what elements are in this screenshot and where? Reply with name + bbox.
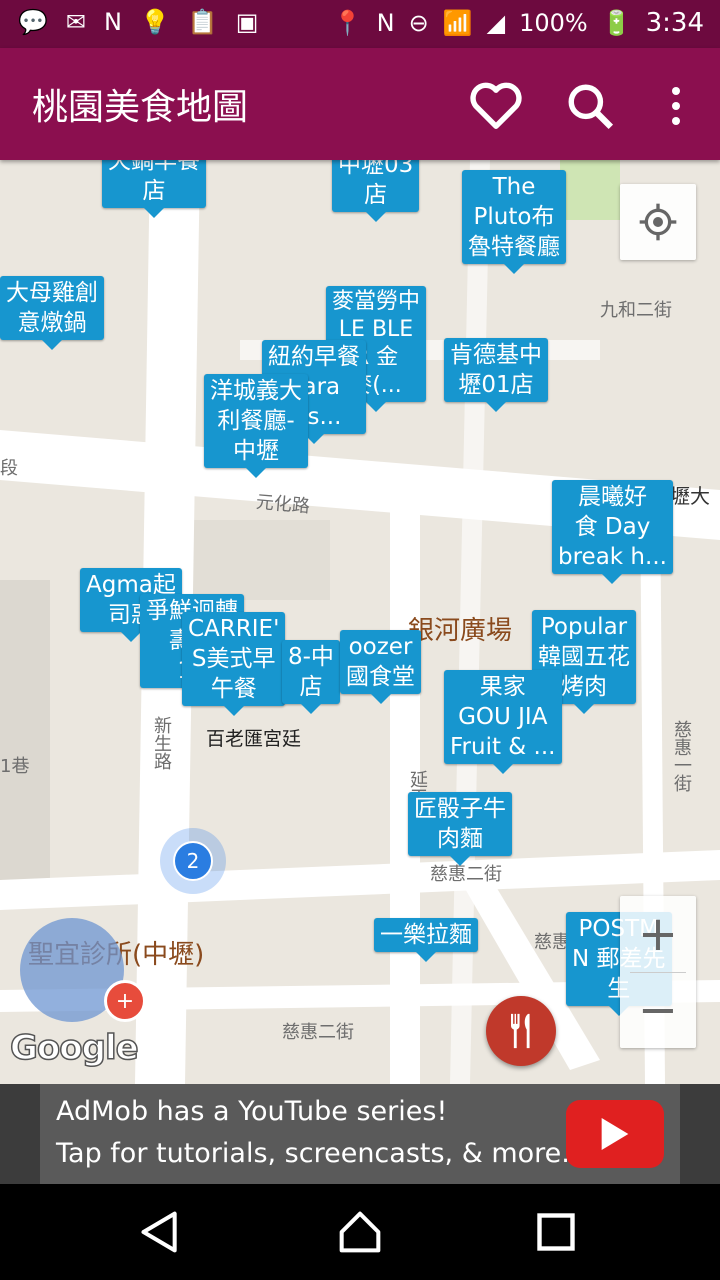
ad-content[interactable]: AdMob has a YouTube series! Tap for tuto… [40, 1084, 680, 1184]
poi-label: 百老匯宮廷 [206, 728, 302, 750]
restaurant-pin[interactable]: 中壢03 店 [332, 160, 420, 222]
street-label: 九和二街 [600, 300, 672, 321]
zoom-in-button[interactable]: + [620, 896, 696, 972]
ad-banner[interactable]: AdMob has a YouTube series! Tap for tuto… [0, 1084, 720, 1184]
street-label: 1巷 [0, 756, 30, 777]
fork-knife-icon [510, 1013, 530, 1049]
restaurant-pin[interactable]: 天鍋早餐 店 [102, 160, 206, 218]
wifi-icon: 📶 [442, 9, 473, 37]
my-location-button[interactable] [620, 184, 696, 260]
crosshair-icon [639, 203, 677, 241]
restaurant-pin[interactable]: 果家 GOU JIA Fruit & ... [444, 670, 562, 774]
status-bar: 💬 ✉ N 💡 📋 ▣ 📍 N ⊖ 📶 ◢ 100% 🔋 3:34 [0, 0, 720, 48]
fx-icon: ▣ [235, 8, 259, 36]
notification-icons: 💬 ✉ N 💡 📋 ▣ [18, 8, 258, 36]
search-icon[interactable] [562, 78, 618, 134]
zoom-controls: + − [620, 896, 696, 1048]
restaurant-pin[interactable]: 匠骰子牛 肉麵 [408, 792, 512, 866]
mail-icon: ✉ [65, 8, 86, 36]
restaurant-pin[interactable]: The Pluto布 魯特餐廳 [462, 170, 566, 274]
street-label: 慈惠一街 [671, 720, 692, 792]
clipboard-icon: 📋 [187, 8, 218, 36]
street-label: 段 [0, 458, 18, 479]
cluster-count: 2 [173, 841, 213, 881]
system-icons: 📍 N ⊖ 📶 ◢ 100% 🔋 3:34 [333, 8, 704, 38]
medical-icon: + [104, 980, 146, 1022]
street-label: 元化路 [255, 491, 311, 518]
google-logo: Google [9, 1027, 139, 1069]
restaurant-fab[interactable] [486, 996, 556, 1066]
back-icon[interactable] [138, 1210, 182, 1254]
dnd-icon: ⊖ [408, 9, 429, 37]
navigation-bar [0, 1184, 720, 1280]
nfc-icon: N [376, 9, 395, 37]
n-icon: N [104, 8, 122, 36]
more-vert-icon[interactable] [648, 78, 704, 134]
app-title: 桃園美食地圖 [32, 87, 249, 128]
restaurant-pin[interactable]: oozer 國食堂 [340, 630, 421, 704]
battery-percent: 100% [519, 9, 588, 37]
clock: 3:34 [645, 8, 704, 38]
battery-icon: 🔋 [601, 9, 632, 37]
bulb-icon: 💡 [139, 8, 170, 36]
marker-cluster[interactable]: 2 [160, 828, 226, 894]
street-label: 慈惠二街 [282, 1022, 354, 1043]
chat-icon: 💬 [18, 8, 48, 36]
location-icon: 📍 [332, 9, 363, 37]
recents-icon[interactable] [534, 1210, 578, 1254]
restaurant-pin[interactable]: 洋城義大 利餐廳- 中壢 [204, 374, 308, 478]
app-bar: 桃園美食地圖 [0, 48, 720, 160]
youtube-play-icon[interactable] [566, 1100, 664, 1168]
restaurant-pin[interactable]: 晨曦好 食 Day break h... [552, 480, 673, 584]
restaurant-pin[interactable]: 一樂拉麵 [374, 918, 478, 962]
ad-headline: AdMob has a YouTube series! [56, 1096, 448, 1127]
restaurant-pin[interactable]: 大母雞創 意燉鍋 [0, 276, 104, 350]
restaurant-pin[interactable]: 肯德基中 壢01店 [444, 338, 548, 412]
map-view[interactable]: 九和二街 元化路 段 1巷 新生路 慈惠二街 慈惠二街 慈惠三街 慈惠一街 延平… [0, 160, 720, 1084]
zoom-out-button[interactable]: − [620, 972, 696, 1048]
no-signal-icon: ◢ [486, 9, 506, 37]
restaurant-pin[interactable]: CARRIE' S美式早 午餐 [182, 612, 286, 716]
home-icon[interactable] [338, 1210, 382, 1254]
ad-subline: Tap for tutorials, screencasts, & more. [56, 1138, 570, 1169]
place-label: 銀河廣場 [408, 616, 513, 646]
heart-icon[interactable] [468, 78, 524, 134]
restaurant-pin[interactable]: 8-中 店 [282, 640, 340, 714]
street-label: 新生路 [151, 716, 172, 770]
